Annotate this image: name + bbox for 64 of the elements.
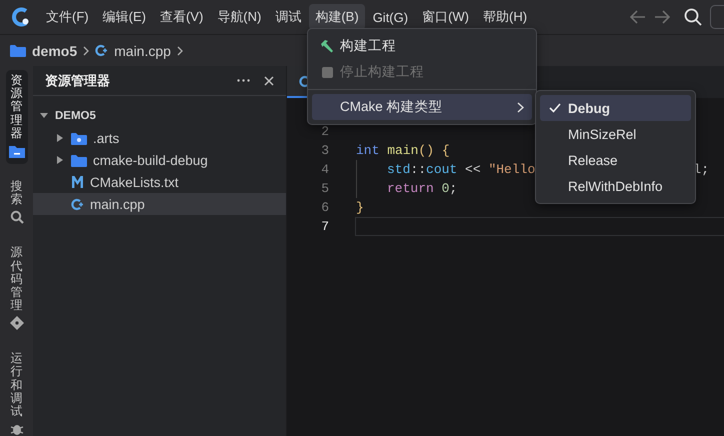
caret-icon[interactable] [40,112,48,120]
menu-item[interactable]: 导航(N) [211,4,268,30]
activity-label: 搜索 [10,180,22,206]
activity-label: 运行和调试 [10,352,22,418]
menu-item[interactable]: CMake 构建类型 [312,94,532,120]
menu-item[interactable]: 构建工程 [312,33,532,59]
menu-item[interactable]: 文件(F) [40,4,95,30]
bug-icon [10,422,24,436]
tree-item[interactable]: DEMO5 [33,105,286,127]
panel-title: 资源管理器 [45,72,110,90]
menu-item[interactable]: Release [540,147,691,173]
tree-item[interactable]: main.cpp [33,193,286,215]
line-number: 6 [320,200,330,215]
menu-item[interactable]: 编辑(E) [96,4,152,30]
activity-tab[interactable]: 运行和调试 [6,348,26,436]
activity-tab[interactable]: 资源管理器 [6,70,28,164]
menu-item[interactable]: 调试 [269,4,308,30]
activity-tab[interactable]: 搜索 [6,176,26,230]
line-number: 4 [320,162,330,177]
back-arrow-icon[interactable] [630,10,646,24]
folder-icon [71,132,87,144]
m-file-icon [71,176,84,188]
menu-item[interactable]: RelWithDebInfo [540,173,691,199]
line-number: 3 [320,143,330,158]
menu-item[interactable]: 帮助(H) [477,4,534,30]
line-number: 2 [320,124,330,139]
activity-label: 源代码管理 [10,246,22,312]
search-field[interactable] [710,5,724,29]
cpp-file-icon [71,198,84,210]
line-number: 5 [320,181,330,196]
caret-icon[interactable] [56,134,64,142]
line-number: 7 [320,219,330,234]
menu-item[interactable]: Debug [540,95,691,121]
search-icon [10,210,24,224]
caret-icon[interactable] [56,156,64,164]
search-icon[interactable] [684,8,702,26]
diamond-icon [10,316,24,330]
menu-item[interactable]: 窗口(W) [416,4,476,30]
breadcrumb-item[interactable]: main.cpp [114,42,171,58]
hammer-icon [320,40,334,52]
check-icon [549,103,561,113]
folder-icon [71,154,87,166]
tree-item[interactable]: cmake-build-debug [33,149,286,171]
forward-arrow-icon[interactable] [654,10,670,24]
menu-item[interactable]: 查看(V) [154,4,210,30]
menu-item[interactable]: 构建(B) [309,4,365,30]
close-icon[interactable] [264,76,274,86]
code-line: int main() { [355,142,451,160]
tree-item[interactable]: .arts [33,127,286,149]
tree-item[interactable]: CMakeLists.txt [33,171,286,193]
chevron-icon [517,102,524,112]
code-line: } [355,199,365,217]
menu-item[interactable]: MinSizeRel [540,121,691,147]
stop-icon [322,66,332,78]
folder-icon [8,144,24,158]
breadcrumb-item[interactable]: demo5 [32,42,78,58]
menu-item[interactable]: Git(G) [366,6,414,28]
chevron-icon [176,46,183,56]
activity-tab[interactable]: 源代码管理 [6,242,26,336]
more-icon[interactable] [237,79,250,82]
cpp-file-icon [95,44,108,57]
chevron-icon [83,46,90,56]
activity-label: 资源管理器 [10,74,22,140]
folder-icon [10,44,26,57]
